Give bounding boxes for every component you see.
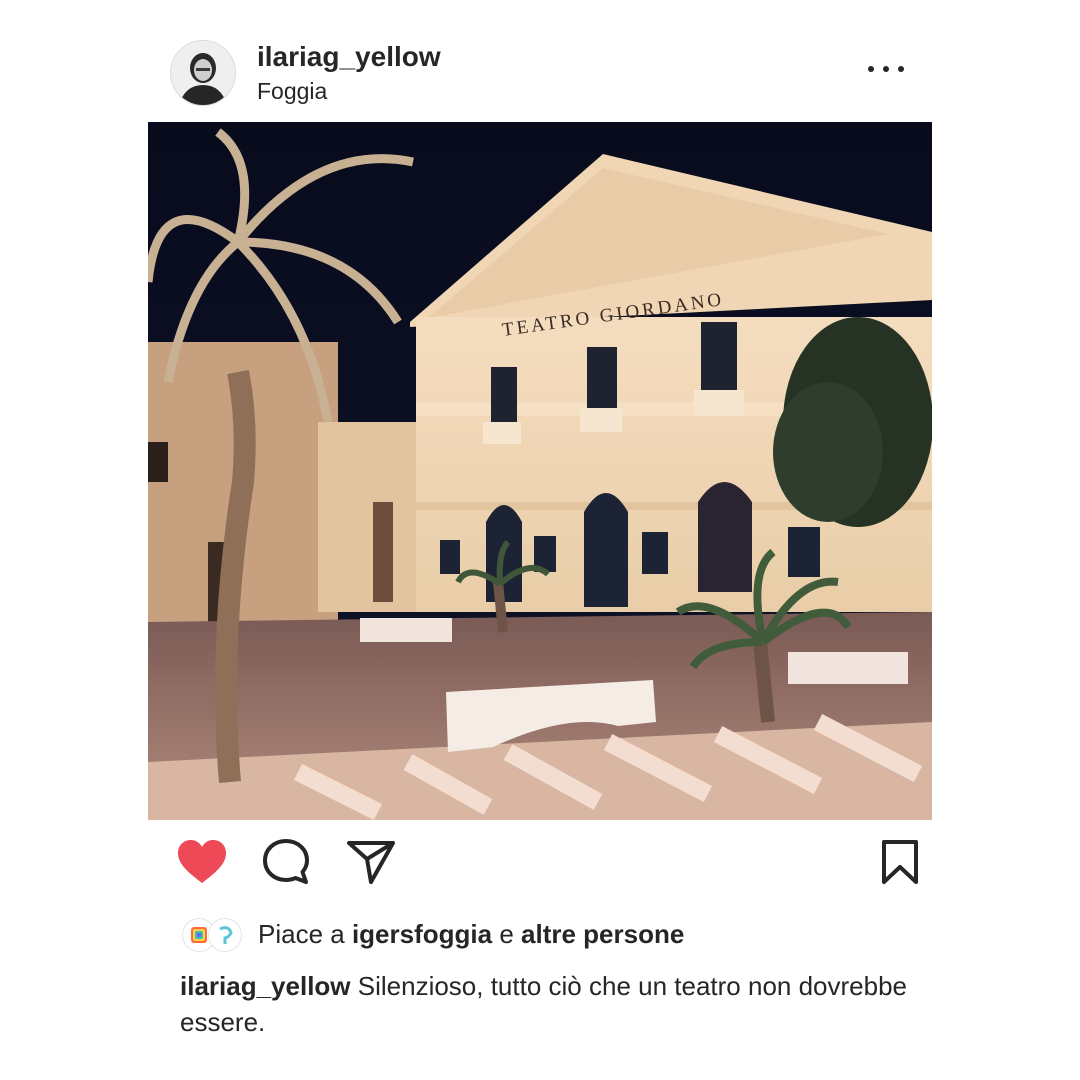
post-header: ilariag_yellow Foggia <box>168 38 932 110</box>
likes-text: Piace a igersfoggia e altre persone <box>258 919 684 950</box>
post-location[interactable]: Foggia <box>257 78 327 105</box>
likes-user-link[interactable]: igersfoggia <box>352 919 492 949</box>
bookmark-icon[interactable] <box>872 834 928 890</box>
heart-icon[interactable] <box>174 834 230 890</box>
post-username[interactable]: ilariag_yellow <box>257 41 441 73</box>
liker-avatars[interactable] <box>180 916 244 952</box>
more-options-icon[interactable] <box>868 54 904 84</box>
post-caption: ilariag_yellow Silenzioso, tutto ciò che… <box>180 968 920 1040</box>
liker-avatar[interactable] <box>208 918 242 952</box>
comment-icon[interactable] <box>258 834 314 890</box>
likes-others-link[interactable]: altre persone <box>521 919 684 949</box>
caption-username[interactable]: ilariag_yellow <box>180 971 351 1001</box>
share-icon[interactable] <box>343 834 399 890</box>
post-actions <box>168 834 918 890</box>
post-photo[interactable]: TEATRO GIORDANO <box>148 122 932 820</box>
likes-middle: e <box>492 918 522 949</box>
likes-row: Piace a igersfoggia e altre persone <box>180 914 920 954</box>
likes-prefix: Piace a <box>258 918 352 949</box>
avatar[interactable] <box>170 40 236 106</box>
